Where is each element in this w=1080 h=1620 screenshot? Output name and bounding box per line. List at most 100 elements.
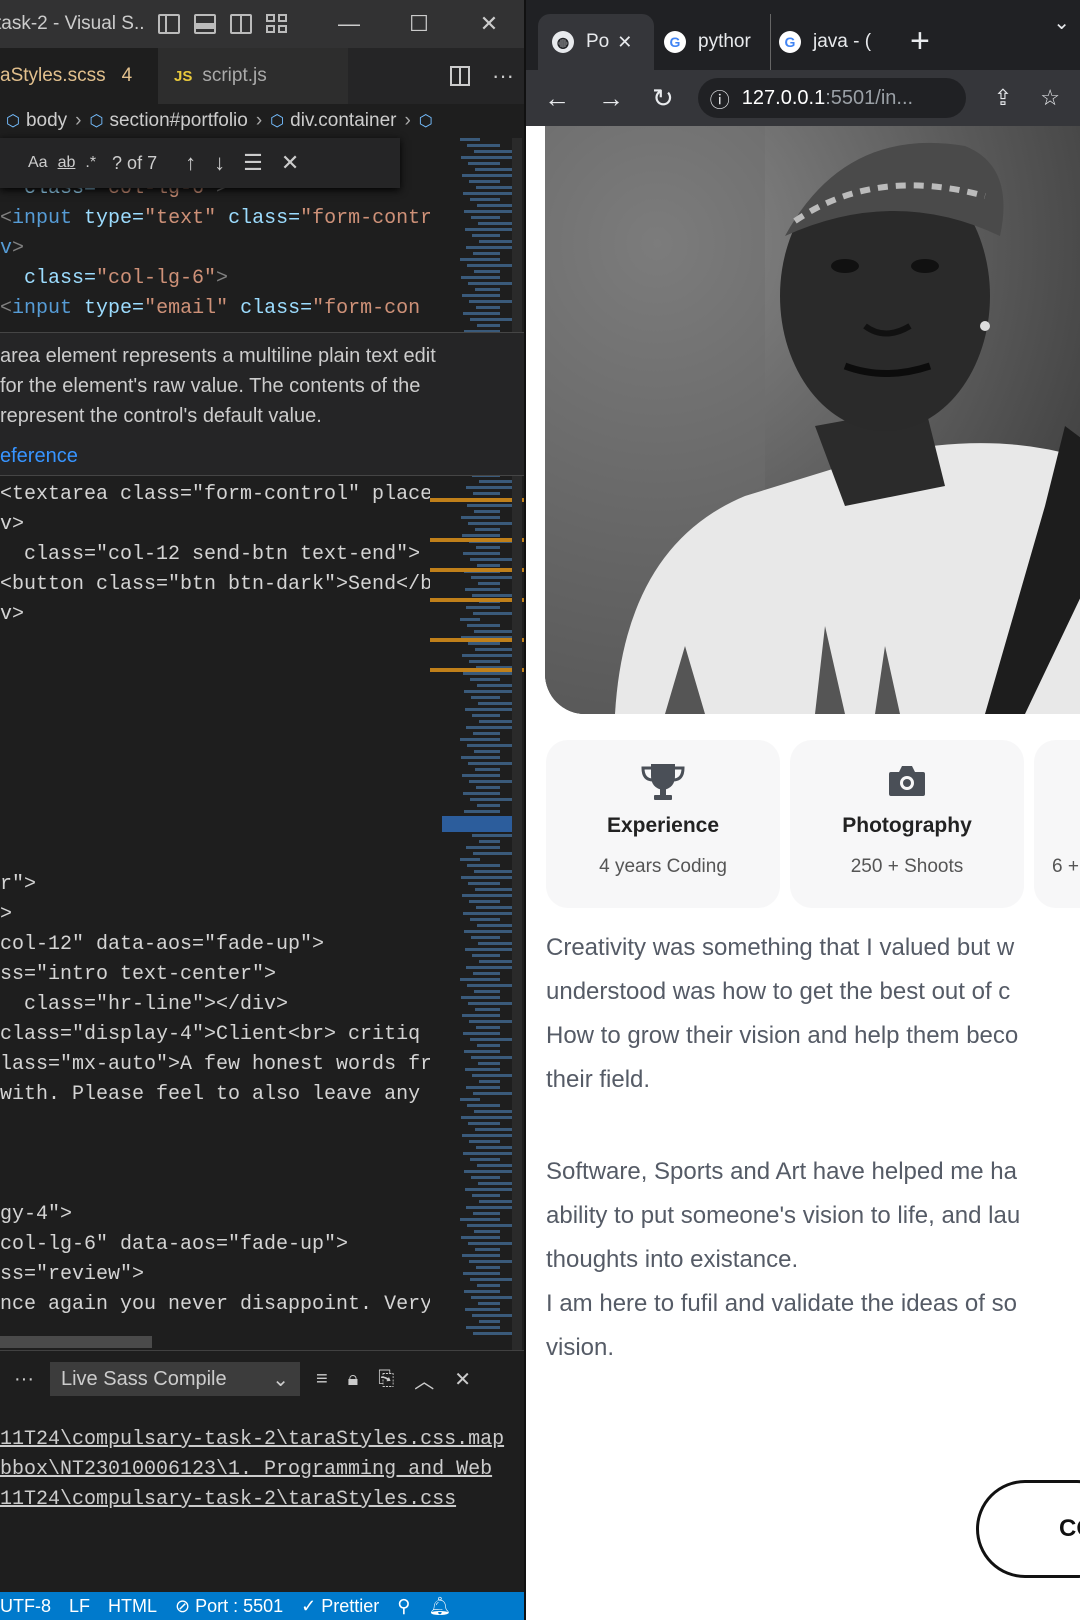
arrow-down-icon[interactable]: ↓ [214,150,225,176]
lock-icon[interactable]: 🔒︎ [348,1368,359,1391]
prettier-status[interactable]: ✓ Prettier [301,1596,379,1617]
bio-line: their field. [546,1066,651,1093]
code-line: class="col-12 send-btn text-end"> [0,543,421,566]
minimap-line [471,936,500,939]
reload-icon[interactable]: ↻ [652,83,674,114]
horizontal-scrollbar[interactable] [0,1336,152,1348]
tab-search-icon[interactable]: ⌄ [1053,10,1070,35]
stat-card-experience: Experience 4 years Coding [546,740,780,908]
maximize-panel-icon[interactable]: ︿ [414,1365,434,1394]
chevron-right-icon: › [404,110,411,131]
eol-status[interactable]: LF [69,1596,90,1617]
language-status[interactable]: HTML [108,1596,157,1617]
contact-button[interactable]: CO [976,1480,1080,1578]
minimap-line [460,618,480,621]
new-tab-button[interactable]: + [910,22,930,61]
more-actions-icon[interactable]: ··· [492,63,514,89]
minimap-line [470,918,500,921]
notifications-icon[interactable]: 🔔︎ [428,1596,451,1617]
code-line: col-lg-6" data-aos="fade-up"> [0,1233,349,1256]
minimap-line [463,552,500,555]
word-wrap-icon[interactable]: ≡ [316,1368,328,1391]
tab-label: script.js [202,65,267,86]
find-in-selection-icon[interactable]: ☰ [243,150,263,176]
block-icon: ⊘ [175,1595,196,1616]
customize-layout-icon[interactable] [266,14,288,34]
stat-card-partial: 6 + [1034,740,1080,908]
code-line: v> [0,237,25,260]
minimap-line [463,792,500,795]
clear-output-icon[interactable]: ⎘ [378,1368,394,1391]
encoding-status[interactable]: UTF-8 [0,1596,51,1617]
minimap[interactable] [430,138,524,1350]
breadcrumb-item[interactable]: div.container [290,110,396,132]
close-window-button[interactable]: ✕ [454,0,524,48]
panel-more-icon[interactable]: ··· [14,1368,34,1391]
browser-toolbar: ← → ↻ ⓘ 127.0.0.1:5501/in... ⇪ ☆ [526,70,1080,126]
toggle-panel-icon[interactable] [194,14,216,34]
trophy-icon [641,762,685,802]
bio-line: vision. [546,1334,615,1361]
toggle-primary-sidebar-icon[interactable] [158,14,180,34]
match-whole-word-toggle[interactable]: ab [58,154,76,172]
tab-tarastyles-scss[interactable]: aStyles.scss 4 [0,48,158,104]
check-icon: ✓ [301,1595,322,1616]
code-line: <button class="btn btn-dark">Send</b [0,573,430,596]
breadcrumb-item[interactable]: body [26,110,67,132]
tab-script-js[interactable]: JS script.js [158,48,348,104]
mdn-reference-link[interactable]: eference [0,441,78,471]
close-panel-icon[interactable]: ✕ [454,1367,471,1392]
vertical-scrollbar[interactable] [512,138,522,1350]
minimap-line [476,546,500,549]
minimap-line [464,1290,500,1293]
feedback-icon[interactable]: ⚲ [397,1596,410,1617]
minimap-line [478,1302,500,1305]
bio-line: understood was how to get the best out o… [546,978,1011,1005]
minimap-line [466,1086,500,1089]
close-tab-icon[interactable]: ✕ [617,32,632,53]
forward-icon[interactable]: → [598,83,624,114]
minimap-line [460,258,500,261]
code-line: nce again you never disappoint. Very [0,1293,430,1316]
code-line: > [0,903,13,926]
breadcrumb-item[interactable]: section#portfolio [109,110,247,132]
bio-line: How to grow their vision and help them b… [546,1022,1019,1049]
back-icon[interactable]: ← [544,83,570,114]
regex-toggle[interactable]: .* [85,154,96,172]
stat-subtitle: 4 years Coding [599,856,727,877]
output-line[interactable]: 11T24\compulsary-task-2\taraStyles.css.m… [0,1425,504,1455]
code-line: gy-4"> [0,1203,73,1226]
hover-text: for the element's raw value. The content… [0,375,421,397]
close-icon[interactable]: ✕ [281,150,299,176]
output-line[interactable]: 11T24\compulsary-task-2\taraStyles.css [0,1485,456,1515]
output-source-select[interactable]: Live Sass Compile ⌄ [49,1362,300,1396]
code-editor[interactable]: class="col-lg-6"> <input type="text" cla… [0,138,430,1350]
address-bar[interactable]: ⓘ 127.0.0.1:5501/in... [697,78,966,118]
split-editor-icon[interactable] [450,66,471,86]
minimap-line [474,990,500,993]
toggle-secondary-sidebar-icon[interactable] [230,14,252,34]
arrow-up-icon[interactable]: ↑ [185,150,196,176]
maximize-button[interactable]: ☐ [384,0,454,48]
live-server-status[interactable]: ⊘ Port : 5501 [175,1596,283,1617]
browser-tab-portfolio[interactable]: ◍ Po ✕ [538,14,654,70]
minimap-line [467,624,500,627]
minimap-line [476,786,500,789]
window-title: task-2 - Visual S... [0,13,144,34]
minimap-line [472,954,500,957]
output-line[interactable]: bbox\NT23010006123\1. Programming and We… [0,1455,492,1485]
browser-tab-java[interactable]: G java - ( [770,14,878,70]
browser-tab-python[interactable]: G pythor [656,14,764,70]
minimap-line [474,750,500,753]
minimap-find-highlight [430,498,524,502]
minimap-line [469,1140,500,1143]
stat-title: Experience [606,814,720,837]
share-icon[interactable]: ⇪ [994,85,1012,111]
match-case-toggle[interactable]: Aa [28,154,48,172]
bookmark-star-icon[interactable]: ☆ [1040,85,1060,111]
minimize-button[interactable]: — [314,0,384,48]
minimap-line [479,1080,500,1083]
info-icon[interactable]: ⓘ [710,84,730,113]
minimap-line [469,900,500,903]
